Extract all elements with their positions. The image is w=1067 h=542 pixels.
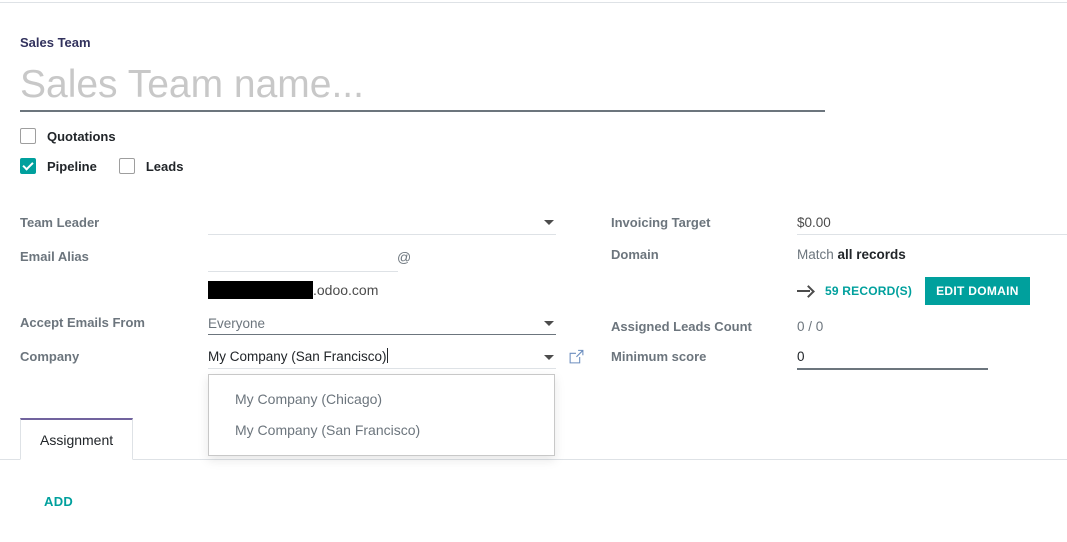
email-alias-domain-row: .odoo.com [208, 281, 378, 299]
checkbox-label-leads[interactable]: Leads [146, 159, 184, 174]
input-invoicing-target[interactable] [797, 234, 1067, 235]
value-domain: Match all records [797, 246, 906, 264]
sales-team-name-field-wrap [20, 60, 825, 112]
label-email-alias: Email Alias [20, 249, 89, 264]
checkbox-row-quotations: Quotations [20, 128, 116, 144]
page-title: Sales Team [20, 35, 91, 50]
company-autocomplete-dropdown: My Company (Chicago) My Company (San Fra… [208, 374, 555, 456]
chevron-down-icon-team-leader[interactable] [544, 220, 554, 225]
external-link-icon[interactable] [568, 348, 585, 365]
value-accept-emails-from[interactable]: Everyone [208, 315, 265, 333]
checkbox-pipeline[interactable] [20, 158, 36, 174]
checkbox-label-quotations[interactable]: Quotations [47, 129, 116, 144]
label-company: Company [20, 349, 80, 364]
input-team-leader[interactable] [208, 234, 556, 235]
arrow-right-icon [797, 284, 814, 298]
input-email-alias[interactable] [208, 271, 398, 272]
tab-assignment[interactable]: Assignment [20, 418, 134, 460]
company-text: My Company (San Francisco) [208, 349, 387, 364]
input-company[interactable] [208, 368, 556, 369]
alias-domain-suffix: .odoo.com [313, 282, 379, 298]
label-minimum-score: Minimum score [611, 349, 707, 364]
redacted-alias-domain [208, 281, 313, 299]
checkbox-leads[interactable] [118, 158, 135, 174]
domain-prefix: Match [797, 247, 838, 262]
checkbox-quotations[interactable] [20, 128, 36, 144]
checkbox-row-pipeline-leads: Pipeline Leads [20, 158, 183, 174]
value-minimum-score[interactable]: 0 [797, 348, 805, 366]
value-company[interactable]: My Company (San Francisco) [208, 348, 388, 366]
value-invoicing-target[interactable]: $0.00 [797, 214, 831, 232]
label-invoicing-target: Invoicing Target [611, 215, 711, 230]
label-accept-emails-from: Accept Emails From [20, 315, 145, 330]
domain-records-link[interactable]: 59 RECORD(S) [825, 284, 912, 298]
label-team-leader: Team Leader [20, 215, 100, 230]
chevron-down-icon-company[interactable] [544, 355, 554, 360]
top-divider [0, 2, 1067, 3]
input-minimum-score[interactable] [797, 368, 988, 370]
sales-team-name-input[interactable] [20, 60, 825, 109]
dropdown-option-company-san-francisco[interactable]: My Company (San Francisco) [209, 415, 554, 446]
chevron-down-icon-accept-emails-from[interactable] [544, 321, 554, 326]
label-domain: Domain [611, 247, 659, 262]
email-alias-at-sign: @ [397, 249, 412, 265]
domain-emphasis: all records [837, 247, 906, 262]
checkbox-label-pipeline[interactable]: Pipeline [47, 159, 97, 174]
dropdown-option-company-chicago[interactable]: My Company (Chicago) [209, 384, 554, 415]
edit-domain-button[interactable]: EDIT DOMAIN [925, 277, 1030, 305]
record-header: Sales Team [20, 33, 840, 53]
add-button[interactable]: ADD [44, 494, 73, 509]
value-assigned-leads-count: 0 / 0 [797, 319, 824, 334]
input-accept-emails-from[interactable] [208, 334, 556, 335]
label-assigned-leads-count: Assigned Leads Count [611, 319, 752, 334]
text-caret [386, 348, 388, 363]
domain-actions-row: 59 RECORD(S) EDIT DOMAIN [797, 277, 1030, 305]
